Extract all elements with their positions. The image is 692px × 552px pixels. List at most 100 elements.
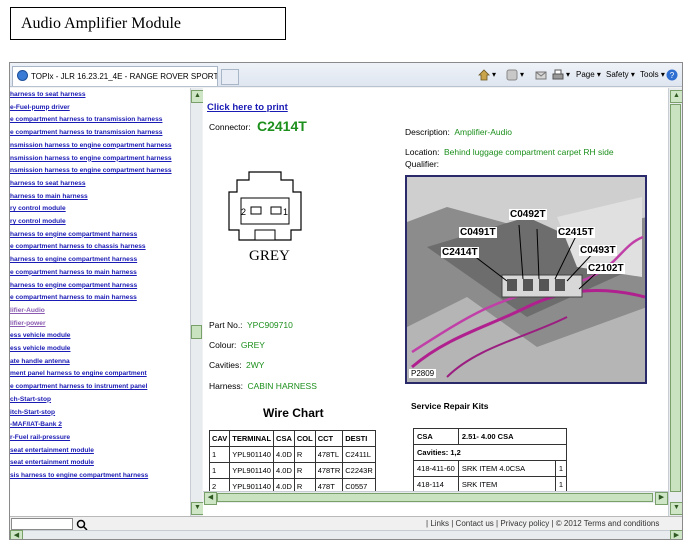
nav-link[interactable]: ment panel harness to engine compartment (10, 370, 147, 377)
connector-face-diagram: 2 1 (225, 170, 305, 242)
left-pane-scrollbar[interactable]: ▲ ▼ (190, 88, 204, 516)
nav-link[interactable]: seat entertainment module (10, 447, 94, 454)
print-dropdown[interactable]: ▾ (566, 68, 570, 82)
nav-link[interactable]: harness to engine compartment harness (10, 231, 137, 238)
feeds-dropdown[interactable]: ▾ (520, 68, 524, 82)
photo-callout: C0492T (509, 209, 547, 220)
help-icon[interactable]: ? (666, 68, 678, 81)
nav-link[interactable]: e compartment harness to instrument pane… (10, 383, 147, 390)
links-link[interactable]: Links (430, 519, 449, 528)
scroll-up-icon[interactable]: ▲ (670, 90, 682, 103)
wire-chart-header-row: CAV TERMINAL CSA COL CCT DESTI (208, 430, 376, 447)
nav-link[interactable]: harness to seat harness (10, 91, 86, 98)
footer-links: | Links | Contact us | Privacy policy | … (426, 519, 660, 528)
tab-bar: TOPIx - JLR 16.23.21_4E - RANGE ROVER SP… (10, 63, 682, 87)
page-horizontal-scrollbar[interactable]: ◀ ▶ (10, 530, 682, 539)
location-photo: C0491T C0492T C2415T C2414T C0493T C2102… (405, 175, 647, 384)
service-kits-cavities-row: Cavities: 1,2 (413, 444, 567, 461)
scroll-down-icon[interactable]: ▼ (670, 502, 682, 515)
contact-us-link[interactable]: Contact us (456, 519, 494, 528)
scroll-right-icon[interactable]: ▶ (655, 492, 668, 505)
search-input[interactable] (11, 518, 73, 530)
nav-link[interactable]: ry control module (10, 205, 66, 212)
nav-link[interactable]: nsmission harness to engine compartment … (10, 167, 172, 174)
scroll-thumb[interactable] (191, 325, 202, 339)
description-row: Description: Amplifier-Audio (405, 127, 512, 137)
terms-link[interactable]: © 2012 Terms and conditions (556, 519, 660, 528)
wire-chart-header: CCT (314, 430, 344, 447)
nav-link[interactable]: nsmission harness to engine compartment … (10, 142, 172, 149)
privacy-policy-link[interactable]: Privacy policy (500, 519, 549, 528)
nav-link[interactable]: seat entertainment module (10, 459, 94, 466)
nav-link[interactable]: nsmission harness to engine compartment … (10, 155, 172, 162)
new-tab-button[interactable] (221, 69, 239, 85)
nav-link[interactable]: ry control module (10, 218, 66, 225)
document-title: Audio Amplifier Module (10, 7, 286, 40)
home-dropdown[interactable]: ▾ (492, 68, 496, 82)
harness-value: CABIN HARNESS (247, 381, 317, 391)
wire-chart-header: TERMINAL (229, 430, 275, 447)
status-bar: ◀ ▶ | Links | Contact us | Privacy polic… (10, 516, 682, 539)
component-list-pane: harness to seat harness e-Fuel-pump drive… (10, 88, 190, 516)
photo-reference: P2809 (409, 369, 437, 378)
pin-1-label: 1 (283, 207, 289, 217)
scroll-left-icon[interactable]: ◀ (204, 492, 217, 505)
safety-menu[interactable]: Safety ▾ (606, 68, 635, 82)
content-vertical-scrollbar[interactable]: ▲ ▼ (668, 88, 682, 516)
nav-link[interactable]: -MAF/IAT-Bank 2 (10, 421, 62, 428)
service-kits-header-row: CSA 2.51- 4.00 CSA (413, 428, 567, 445)
nav-link[interactable]: harness to seat harness (10, 180, 86, 187)
connector-detail-pane: Click here to print Connector: C2414T 2 … (203, 88, 668, 516)
nav-link[interactable]: sis harness to engine compartment harnes… (10, 472, 148, 479)
mail-icon[interactable] (535, 68, 547, 80)
nav-link[interactable]: harness to engine compartment harness (10, 282, 137, 289)
nav-link[interactable]: r-Fuel rail-pressure (10, 434, 70, 441)
nav-link[interactable]: e-Fuel-pump driver (10, 104, 70, 111)
nav-link[interactable]: lifier-power (10, 320, 46, 327)
home-icon[interactable] (478, 68, 490, 81)
nav-link[interactable]: e compartment harness to transmission ha… (10, 129, 162, 136)
service-kits-table: CSA 2.51- 4.00 CSA Cavities: 1,2 418-411… (413, 428, 567, 493)
nav-link[interactable]: itch-Start-stop (10, 409, 55, 416)
scroll-right-icon[interactable]: ▶ (670, 530, 682, 539)
wire-chart-header: CAV (208, 430, 231, 447)
print-link[interactable]: Click here to print (207, 102, 288, 113)
part-number-value: YPC909710 (247, 320, 293, 330)
nav-link[interactable]: e compartment harness to chassis harness (10, 243, 146, 250)
colour-value: GREY (240, 340, 265, 350)
photo-callout: C2102T (587, 263, 625, 274)
nav-link[interactable]: harness to main harness (10, 193, 88, 200)
page-menu[interactable]: Page ▾ (576, 68, 601, 82)
print-icon[interactable] (552, 68, 564, 80)
horizontal-scroll-thumb[interactable] (217, 493, 653, 502)
photo-callout: C2414T (441, 247, 479, 258)
cavities-row: Cavities: 2WY (209, 360, 265, 370)
content-horizontal-scrollbar[interactable]: ◀ ▶ (203, 491, 668, 505)
photo-callout: C0493T (579, 245, 617, 256)
table-row: 1 YPL901140 4.0D R 478TL C2411L (208, 446, 376, 463)
feeds-icon[interactable] (506, 68, 518, 81)
tools-menu[interactable]: Tools ▾ (640, 68, 665, 82)
colour-row: Colour: GREY (209, 340, 265, 350)
connector-color-caption: GREY (249, 248, 290, 264)
wire-chart-header: COL (293, 430, 316, 447)
nav-link[interactable]: ch-Start-stop (10, 396, 51, 403)
nav-link[interactable]: harness to engine compartment harness (10, 256, 137, 263)
nav-link[interactable]: lifier-Audio (10, 307, 45, 314)
scroll-left-icon[interactable]: ◀ (10, 530, 23, 539)
vertical-scroll-thumb[interactable] (670, 104, 681, 492)
browser-window: TOPIx - JLR 16.23.21_4E - RANGE ROVER SP… (9, 62, 683, 540)
nav-link[interactable]: e compartment harness to main harness (10, 294, 137, 301)
nav-link[interactable]: ate handle antenna (10, 358, 70, 365)
nav-link[interactable]: e compartment harness to main harness (10, 269, 137, 276)
part-number-row: Part No.: YPC909710 (209, 320, 293, 330)
tab-title: TOPIx - JLR 16.23.21_4E - RANGE ROVER SP… (31, 72, 218, 81)
nav-link[interactable]: ess vehicle module (10, 345, 70, 352)
harness-row: Harness: CABIN HARNESS (209, 381, 317, 391)
nav-link[interactable]: e compartment harness to transmission ha… (10, 116, 162, 123)
nav-link[interactable]: ess vehicle module (10, 332, 70, 339)
wire-chart-title: Wire Chart (263, 406, 324, 420)
search-icon[interactable] (76, 518, 88, 531)
wire-chart-header: CSA (273, 430, 295, 447)
browser-tab[interactable]: TOPIx - JLR 16.23.21_4E - RANGE ROVER SP… (12, 66, 218, 86)
